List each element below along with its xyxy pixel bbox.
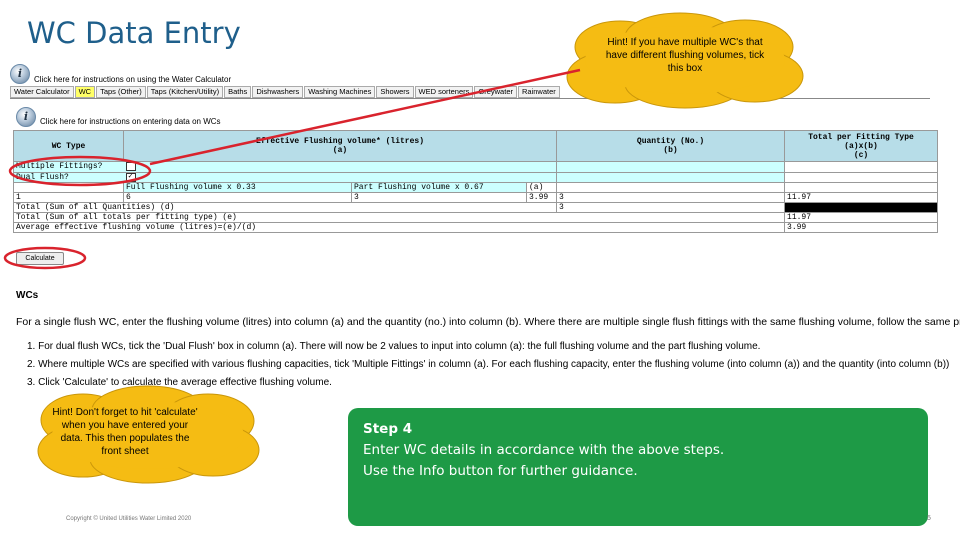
copyright-notice: Copyright © United Utilities Water Limit… xyxy=(66,516,192,522)
step-4-title: Step 4 xyxy=(363,421,413,437)
calculate-highlight xyxy=(3,246,87,270)
multiple-fittings-highlight xyxy=(8,155,152,187)
step-4-box: Step 4 Enter WC details in accordance wi… xyxy=(348,408,928,526)
step-4-line-2: Use the Info button for further guidance… xyxy=(363,463,638,479)
hint-arrow-line xyxy=(149,68,581,166)
page-number: 5 xyxy=(927,515,931,522)
step-4-line-1: Enter WC details in accordance with the … xyxy=(363,442,725,458)
